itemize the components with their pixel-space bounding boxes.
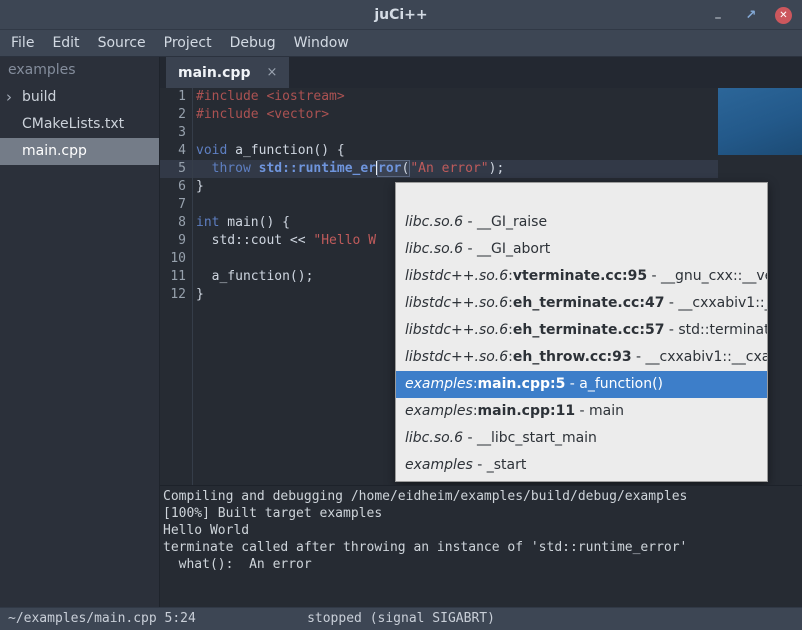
console-line: [100%] Built target examples — [163, 505, 802, 522]
menu-item-source[interactable]: Source — [89, 30, 155, 56]
console-line: Compiling and debugging /home/eidheim/ex… — [163, 488, 802, 505]
stack-frame-row[interactable]: examples:main.cpp:5 - a_function() — [396, 371, 767, 398]
close-icon[interactable]: ✕ — [775, 7, 792, 24]
menu-item-project[interactable]: Project — [155, 30, 221, 56]
code-tooltip — [718, 88, 802, 155]
code-editor[interactable]: 1#include <iostream>2#include <vector>34… — [160, 88, 802, 485]
console-line: Hello World — [163, 522, 802, 539]
code-text: int main() { — [192, 214, 290, 232]
line-number: 1 — [160, 88, 192, 106]
stack-frame-row[interactable]: examples - _start — [396, 452, 767, 479]
stack-frame-list: libc.so.6 - __GI_raiselibc.so.6 - __GI_a… — [396, 209, 767, 479]
sidebar-item-label: build — [22, 84, 56, 111]
code-text: #include <vector> — [192, 106, 329, 124]
file-explorer: examples ›buildCMakeLists.txtmain.cpp — [0, 57, 160, 607]
stack-frame-row[interactable]: libc.so.6 - __GI_raise — [396, 209, 767, 236]
stack-frame-row[interactable]: libstdc++.so.6:eh_throw.cc:93 - __cxxabi… — [396, 344, 767, 371]
menu-item-window[interactable]: Window — [285, 30, 358, 56]
stack-frame-row[interactable]: libstdc++.so.6:eh_terminate.cc:57 - std:… — [396, 317, 767, 344]
line-number: 12 — [160, 286, 192, 304]
sidebar-item-label: CMakeLists.txt — [22, 111, 124, 138]
line-number: 10 — [160, 250, 192, 268]
menubar: FileEditSourceProjectDebugWindow — [0, 30, 802, 57]
tab-label: main.cpp — [178, 65, 250, 81]
stack-frame-row[interactable]: libstdc++.so.6:eh_terminate.cc:47 - __cx… — [396, 290, 767, 317]
line-number: 3 — [160, 124, 192, 142]
status-file-position: ~/examples/main.cpp 5:24 — [8, 608, 196, 630]
tabbar: main.cpp × — [160, 57, 802, 88]
stack-frame-row[interactable]: libstdc++.so.6:vterminate.cc:95 - __gnu_… — [396, 263, 767, 290]
console-output: Compiling and debugging /home/eidheim/ex… — [160, 485, 802, 607]
code-line-4[interactable]: 4void a_function() { — [160, 142, 802, 160]
line-number: 5 — [160, 160, 192, 178]
code-line-1[interactable]: 1#include <iostream> — [160, 88, 802, 106]
line-number: 9 — [160, 232, 192, 250]
minimize-icon[interactable]: – — [709, 3, 727, 27]
code-text: std::cout << "Hello W — [192, 232, 376, 250]
folder-expander-icon[interactable]: › — [6, 84, 22, 111]
tab-main-cpp[interactable]: main.cpp × — [166, 57, 289, 88]
gutter-separator — [192, 88, 193, 485]
line-number: 8 — [160, 214, 192, 232]
sidebar-item-main-cpp[interactable]: main.cpp — [0, 138, 159, 165]
stack-frame-popup: libc.so.6 - __GI_raiselibc.so.6 - __GI_a… — [395, 182, 768, 482]
code-text: void a_function() { — [192, 142, 345, 160]
line-number: 6 — [160, 178, 192, 196]
code-line-2[interactable]: 2#include <vector> — [160, 106, 802, 124]
status-debug-state: stopped (signal SIGABRT) — [307, 608, 495, 630]
code-line-5[interactable]: 5 throw std::runtime_error("An error"); — [160, 160, 802, 178]
window-title: juCi++ — [374, 7, 427, 23]
statusbar: ~/examples/main.cpp 5:24 stopped (signal… — [0, 607, 802, 630]
code-line-3[interactable]: 3 — [160, 124, 802, 142]
line-number: 11 — [160, 268, 192, 286]
sidebar-item-build[interactable]: ›build — [0, 84, 159, 111]
titlebar[interactable]: juCi++ – ↗ ✕ — [0, 0, 802, 30]
line-number: 4 — [160, 142, 192, 160]
menu-item-edit[interactable]: Edit — [43, 30, 88, 56]
code-text: } — [192, 286, 204, 304]
project-name: examples — [0, 57, 159, 84]
line-number: 7 — [160, 196, 192, 214]
code-text: a_function(); — [192, 268, 313, 286]
line-number: 2 — [160, 106, 192, 124]
sidebar-item-label: main.cpp — [22, 138, 87, 165]
menu-item-debug[interactable]: Debug — [221, 30, 285, 56]
window-controls: – ↗ ✕ — [709, 0, 792, 30]
code-text: #include <iostream> — [192, 88, 345, 106]
stack-frame-row[interactable]: examples:main.cpp:11 - main — [396, 398, 767, 425]
sidebar-item-cmakelists-txt[interactable]: CMakeLists.txt — [0, 111, 159, 138]
console-line: terminate called after throwing an insta… — [163, 539, 802, 556]
code-text: throw std::runtime_error("An error"); — [192, 160, 504, 178]
console-line: what(): An error — [163, 556, 802, 573]
stack-frame-row[interactable]: libc.so.6 - __libc_start_main — [396, 425, 767, 452]
restore-icon[interactable]: ↗ — [742, 6, 760, 24]
code-text: } — [192, 178, 204, 196]
tab-close-icon[interactable]: × — [266, 65, 277, 80]
menu-item-file[interactable]: File — [2, 30, 43, 56]
file-tree: ›buildCMakeLists.txtmain.cpp — [0, 84, 159, 165]
stack-frame-row[interactable]: libc.so.6 - __GI_abort — [396, 236, 767, 263]
